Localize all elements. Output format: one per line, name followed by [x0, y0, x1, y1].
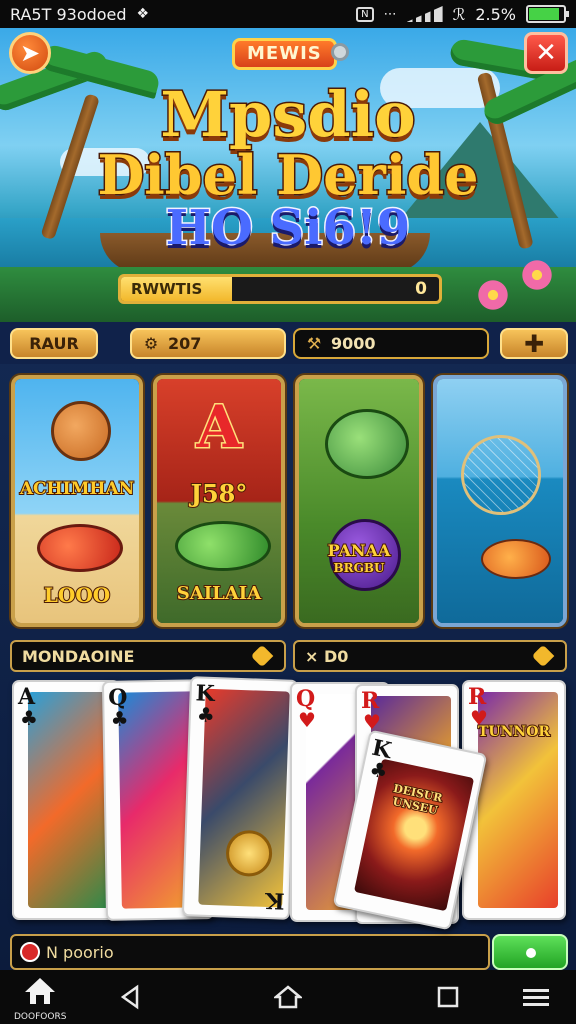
card-suit-icon: ♣ — [20, 706, 38, 730]
fishing-net-icon — [461, 435, 541, 515]
coins-value: 207 — [168, 334, 202, 353]
game-card-3[interactable]: PANAA BRGBU — [295, 375, 423, 627]
chat-input-text: N poorio — [46, 942, 114, 962]
game-title-line3: HO Si6!9 — [164, 199, 412, 258]
game-card-3-subtitle: BRGBU — [333, 560, 386, 576]
status-bar: RA5T 93odoed ❖ N ⋯ ℛ 2.5% — [0, 0, 576, 28]
game-card-1[interactable]: ACHIMHAN LOOO — [11, 375, 143, 627]
arrow-left-icon: ➤ — [19, 39, 41, 67]
card-rank: Q — [107, 684, 128, 711]
playing-card-3[interactable]: K ♣ K — [181, 676, 299, 920]
game-card-2-letter: A — [195, 392, 243, 463]
fish-icon — [37, 524, 123, 572]
progress-value: 0 — [415, 279, 427, 299]
add-button[interactable]: ✚ — [500, 328, 568, 359]
card-rank: R — [361, 688, 380, 714]
nfc-icon: N — [356, 6, 374, 22]
progress-bar: RWWTIS 0 — [118, 274, 442, 304]
home-icon — [25, 978, 55, 1004]
progress-label: RWWTIS — [131, 280, 203, 298]
heart-icon — [250, 644, 274, 668]
hammer-icon: ⚒ — [306, 334, 322, 353]
game-card-4[interactable] — [433, 375, 567, 627]
game-card-2[interactable]: A J58° SAILAIA — [153, 375, 285, 627]
coins-counter[interactable]: ⚙ 207 — [130, 328, 286, 359]
gear-icon[interactable] — [331, 43, 349, 61]
app-notification-icon: ❖ — [136, 6, 150, 22]
card-suit-icon: ♣ — [196, 702, 216, 728]
game-title-line1: Mpsdio — [159, 77, 417, 153]
signal-icon — [406, 6, 443, 22]
close-button[interactable]: ✕ — [524, 32, 568, 74]
flower — [520, 258, 554, 292]
fish-icon — [481, 539, 551, 579]
heart-icon — [531, 644, 555, 668]
nav-menu-button[interactable] — [516, 980, 556, 1014]
game-card-1-title: ACHIMHAN — [19, 478, 135, 500]
card-suit-icon: ♥ — [298, 708, 316, 732]
status-bar-text: RA5T 93odoed — [10, 4, 127, 24]
card-suit-icon: ♥ — [363, 710, 381, 734]
bear-mascot-icon — [51, 401, 111, 461]
section-left-label: MONDAOINE — [22, 646, 135, 666]
back-button[interactable]: ➤ — [9, 32, 51, 74]
hamburger-icon — [523, 989, 549, 1006]
card-rank: Q — [296, 686, 316, 712]
chat-input[interactable]: N poorio — [10, 934, 490, 970]
resource-bar: RAUR ⚙ 207 ⚒ 9000 ✚ — [0, 322, 576, 364]
menu-button-label: RAUR — [29, 334, 79, 353]
menu-button[interactable]: RAUR — [10, 328, 98, 359]
card-suit-icon: ♣ — [110, 706, 129, 731]
battery-icon — [526, 5, 569, 23]
game-card-1-subtitle: LOOO — [43, 582, 111, 608]
home-app-button[interactable] — [20, 974, 60, 1008]
title-badge: MEWIS — [232, 38, 337, 70]
card-rank-bottom: K — [264, 886, 285, 914]
game-card-2-title: J58° — [190, 478, 249, 509]
confirm-button[interactable] — [492, 934, 568, 970]
flower — [476, 278, 510, 312]
wifi-icon: ⋯ — [383, 6, 397, 22]
navigation-bar: DOOFOORS — [0, 970, 576, 1024]
game-screen: RA5T 93odoed ❖ N ⋯ ℛ 2.5% ➤ ✕ MEWIS Mpsd… — [0, 0, 576, 1024]
game-card-2-subtitle: SAILAIA — [176, 582, 262, 605]
house-outline-icon — [274, 985, 302, 1009]
gems-value: 9000 — [331, 334, 376, 353]
section-right-label: × D0 — [305, 646, 349, 666]
nav-recents-button[interactable] — [428, 980, 468, 1014]
close-icon: ✕ — [535, 38, 557, 68]
dot-icon — [526, 948, 536, 958]
square-icon — [437, 986, 459, 1008]
game-title-line2: Dibel Deride — [96, 142, 480, 209]
coin-bag-icon: ⚙ — [143, 334, 159, 353]
game-card-3-title: PANAA — [327, 540, 392, 561]
card-rank: A — [18, 684, 36, 710]
bluetooth-icon: ℛ — [452, 4, 466, 24]
home-label: DOOFOORS — [14, 1012, 67, 1022]
plus-icon: ✚ — [523, 329, 545, 358]
battery-percent: 2.5% — [475, 4, 516, 24]
section-header-right[interactable]: × D0 — [293, 640, 567, 672]
frog-fish-icon — [325, 409, 409, 479]
nav-home-button[interactable] — [268, 980, 308, 1014]
nav-back-button[interactable] — [110, 980, 150, 1014]
stop-icon — [20, 942, 40, 962]
triangle-back-icon — [120, 984, 139, 1010]
card-rank: R — [468, 684, 487, 710]
section-header-left[interactable]: MONDAOINE — [10, 640, 286, 672]
fish-icon — [175, 521, 271, 571]
hero-banner: ➤ ✕ MEWIS Mpsdio Dibel Deride HO Si6!9 R… — [0, 28, 576, 322]
card-suit-icon: ♥ — [470, 706, 488, 730]
gems-counter[interactable]: ⚒ 9000 — [293, 328, 489, 359]
